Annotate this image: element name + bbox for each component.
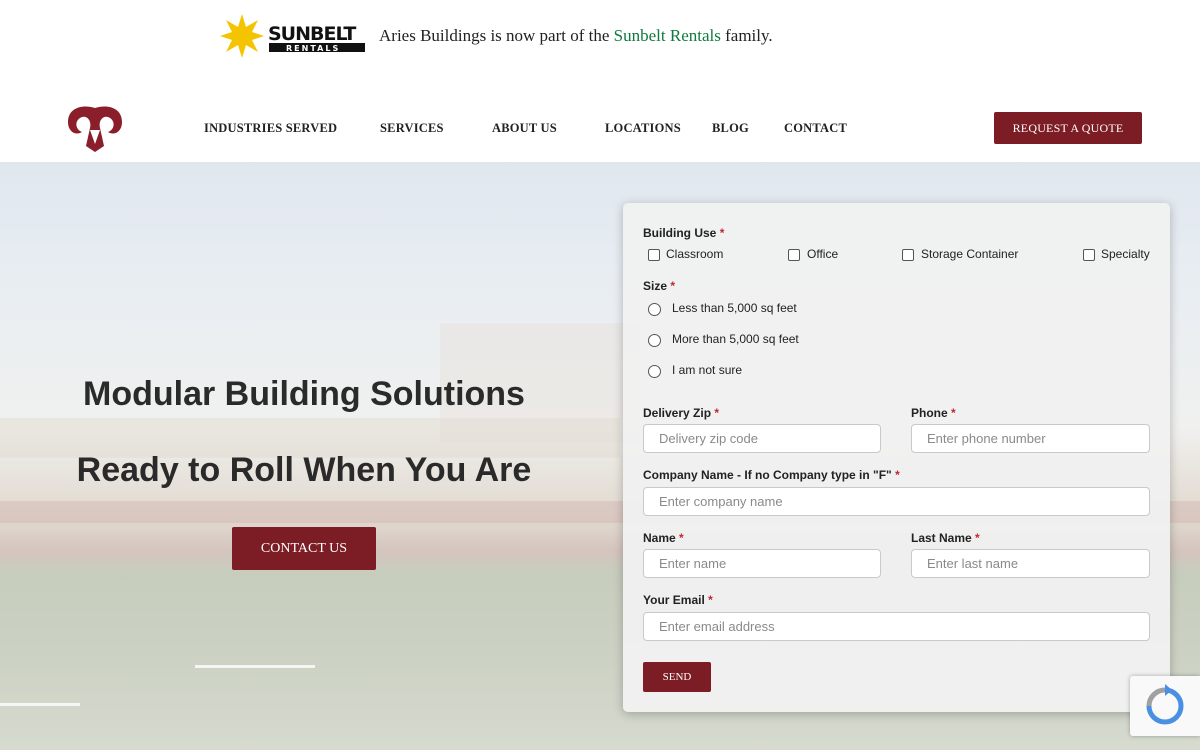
hero-subtitle: Ready to Roll When You Are (76, 451, 532, 489)
classroom-option-label[interactable]: Classroom (666, 247, 723, 261)
company-label-text: Company Name - If no Company type in "F" (643, 468, 892, 482)
last-name-label: Last Name * (911, 531, 980, 545)
size-radio-small[interactable] (648, 303, 661, 316)
delivery-zip-input[interactable] (643, 424, 881, 453)
contact-us-button[interactable]: CONTACT US (232, 527, 376, 570)
size-radio-unsure[interactable] (648, 365, 661, 378)
quote-form: Building Use * Classroom Office Storage … (623, 203, 1170, 712)
specialty-option-label[interactable]: Specialty (1101, 247, 1150, 261)
office-checkbox[interactable] (788, 249, 800, 261)
building-use-label: Building Use * (643, 226, 724, 240)
announcement-prefix: Aries Buildings is now part of the (379, 26, 610, 45)
required-mark: * (670, 279, 676, 293)
email-input[interactable] (643, 612, 1150, 641)
site-header: INDUSTRIES SERVED SERVICES ABOUT US LOCA… (0, 92, 1200, 163)
last-name-input[interactable] (911, 549, 1150, 578)
company-label: Company Name - If no Company type in "F"… (643, 468, 900, 482)
svg-text:RENTALS: RENTALS (286, 44, 340, 53)
nav-about-us[interactable]: ABOUT US (492, 121, 557, 136)
email-label: Your Email * (643, 593, 713, 607)
send-button[interactable]: SEND (643, 662, 711, 692)
required-mark: * (951, 406, 956, 420)
specialty-checkbox[interactable] (1083, 249, 1095, 261)
phone-input[interactable] (911, 424, 1150, 453)
storage-container-checkbox[interactable] (902, 249, 914, 261)
last-name-label-text: Last Name (911, 531, 972, 545)
required-mark: * (719, 226, 725, 240)
announcement-suffix: family. (725, 26, 773, 45)
name-label: Name * (643, 531, 684, 545)
required-mark: * (679, 531, 684, 545)
nav-blog[interactable]: BLOG (712, 121, 749, 136)
announcement-text: Aries Buildings is now part of the Sunbe… (379, 26, 773, 46)
first-name-input[interactable] (643, 549, 881, 578)
building-use-label-text: Building Use (643, 226, 717, 240)
storage-container-option-label[interactable]: Storage Container (921, 247, 1018, 261)
office-option-label[interactable]: Office (807, 247, 838, 261)
size-option-large[interactable]: More than 5,000 sq feet (672, 332, 799, 346)
required-mark: * (708, 593, 713, 607)
phone-label: Phone * (911, 406, 956, 420)
size-option-small[interactable]: Less than 5,000 sq feet (672, 301, 797, 315)
required-mark: * (895, 468, 900, 482)
email-label-text: Your Email (643, 593, 705, 607)
phone-label-text: Phone (911, 406, 948, 420)
nav-locations[interactable]: LOCATIONS (605, 121, 681, 136)
svg-text:SUNBELT: SUNBELT (268, 23, 356, 45)
nav-contact[interactable]: CONTACT (784, 121, 847, 136)
sunbelt-rentals-link[interactable]: Sunbelt Rentals (614, 26, 721, 45)
recaptcha-badge[interactable] (1130, 676, 1200, 736)
delivery-zip-label-text: Delivery Zip (643, 406, 712, 420)
announcement-bar: SUNBELT RENTALS Aries Buildings is now p… (0, 0, 1200, 92)
size-option-unsure[interactable]: I am not sure (672, 363, 742, 377)
recaptcha-icon (1146, 684, 1184, 725)
ram-logo-icon[interactable] (62, 102, 128, 154)
name-label-text: Name (643, 531, 676, 545)
nav-services[interactable]: SERVICES (380, 121, 444, 136)
size-label-text: Size (643, 279, 668, 293)
delivery-zip-label: Delivery Zip * (643, 406, 719, 420)
sunbelt-rentals-logo[interactable]: SUNBELT RENTALS (220, 13, 372, 59)
nav-industries-served[interactable]: INDUSTRIES SERVED (204, 121, 337, 136)
size-radio-large[interactable] (648, 334, 661, 347)
hero-title: Modular Building Solutions (83, 375, 525, 413)
company-name-input[interactable] (643, 487, 1150, 516)
required-mark: * (975, 531, 980, 545)
request-quote-button[interactable]: REQUEST A QUOTE (994, 112, 1142, 144)
required-mark: * (714, 406, 720, 420)
classroom-checkbox[interactable] (648, 249, 660, 261)
hero-section: Modular Building Solutions Ready to Roll… (0, 163, 1200, 750)
size-label: Size * (643, 279, 675, 293)
